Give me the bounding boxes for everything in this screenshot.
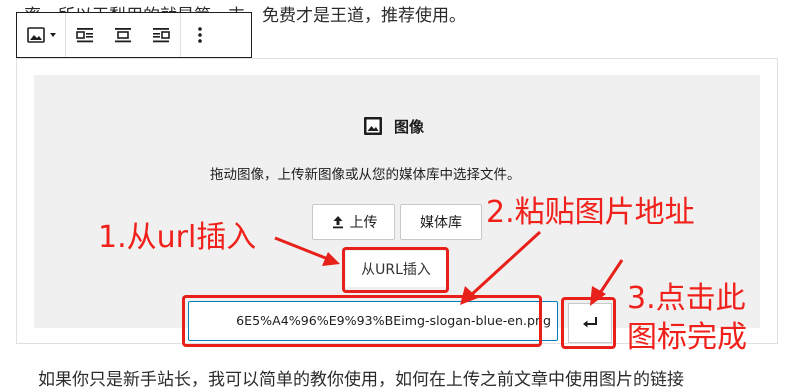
align-center-icon <box>115 28 131 43</box>
align-left-icon <box>76 28 93 43</box>
annotation-step3-line1: 3.点击此 <box>627 281 746 316</box>
block-toolbar <box>16 12 252 58</box>
align-right-icon <box>153 28 170 43</box>
paragraph-text-bottom: 如果你只是新手站长，我可以简单的教你使用，如何在上传之前文章中使用图片的链接 <box>38 370 684 390</box>
align-right-button[interactable] <box>142 13 180 57</box>
image-placeholder-title: 图像 <box>362 115 424 137</box>
align-center-button[interactable] <box>104 13 142 57</box>
more-group <box>181 13 219 57</box>
upload-icon <box>332 216 343 229</box>
more-options-button[interactable] <box>181 13 219 57</box>
placeholder-title-label: 图像 <box>394 117 425 136</box>
block-type-group <box>17 13 65 57</box>
highlight-apply-button <box>561 297 616 349</box>
upload-button[interactable]: 上传 <box>312 204 395 240</box>
image-icon <box>27 27 45 43</box>
alignment-group <box>66 13 180 57</box>
align-left-button[interactable] <box>66 13 104 57</box>
annotation-step1: 1.从url插入 <box>98 220 257 255</box>
more-vertical-icon <box>198 27 202 43</box>
media-library-button[interactable]: 媒体库 <box>400 204 482 240</box>
annotation-step2: 2.粘贴图片地址 <box>486 195 695 230</box>
chevron-down-icon <box>50 33 56 37</box>
highlight-url-input <box>182 295 542 347</box>
upload-button-label: 上传 <box>349 215 378 231</box>
highlight-insert-url <box>342 247 449 293</box>
placeholder-instructions: 拖动图像，上传新图像或从您的媒体库中选择文件。 <box>210 167 521 183</box>
block-type-button[interactable] <box>17 13 65 57</box>
annotation-step3-line2: 图标完成 <box>627 320 747 355</box>
media-library-button-label: 媒体库 <box>420 215 462 231</box>
image-icon <box>364 117 382 135</box>
